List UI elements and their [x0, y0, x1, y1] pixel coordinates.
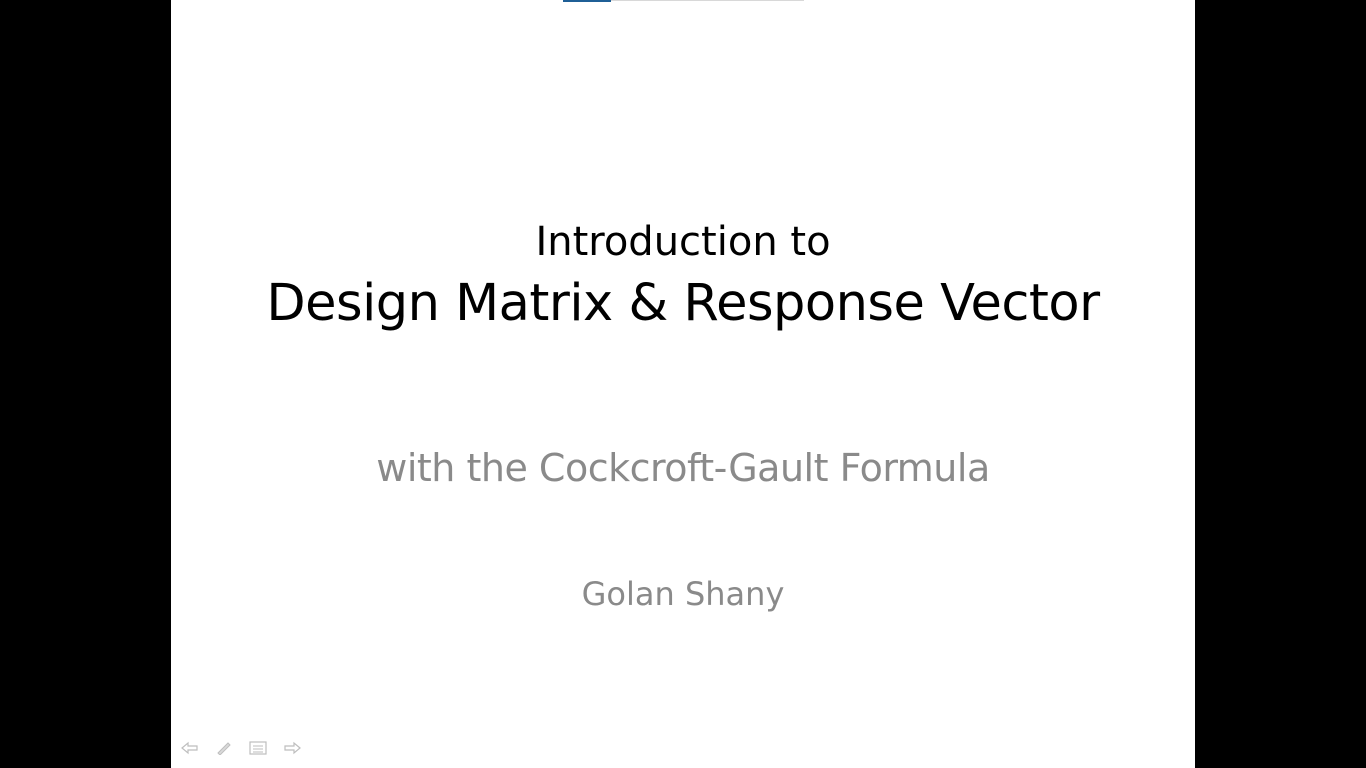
pen-icon: [215, 741, 233, 755]
slide-progress-bar: [563, 0, 804, 2]
previous-slide-icon: [181, 741, 199, 755]
next-slide-icon: [283, 741, 301, 755]
slide-menu-icon: [249, 741, 267, 755]
slide[interactable]: Introduction to Design Matrix & Response…: [171, 0, 1195, 768]
pen-tool-button[interactable]: [213, 739, 235, 757]
slide-subtitle: with the Cockcroft-Gault Formula: [376, 446, 990, 490]
slide-author: Golan Shany: [581, 575, 785, 613]
next-slide-button[interactable]: [281, 739, 303, 757]
slide-title: Introduction to Design Matrix & Response…: [171, 214, 1195, 338]
title-line-2: Design Matrix & Response Vector: [266, 274, 1100, 333]
title-line-1: Introduction to: [535, 219, 831, 265]
presentation-screen: Introduction to Design Matrix & Response…: [0, 0, 1366, 768]
slideshow-controls: [179, 739, 303, 757]
slide-progress-fill: [563, 0, 612, 2]
previous-slide-button[interactable]: [179, 739, 201, 757]
slide-menu-button[interactable]: [247, 739, 269, 757]
